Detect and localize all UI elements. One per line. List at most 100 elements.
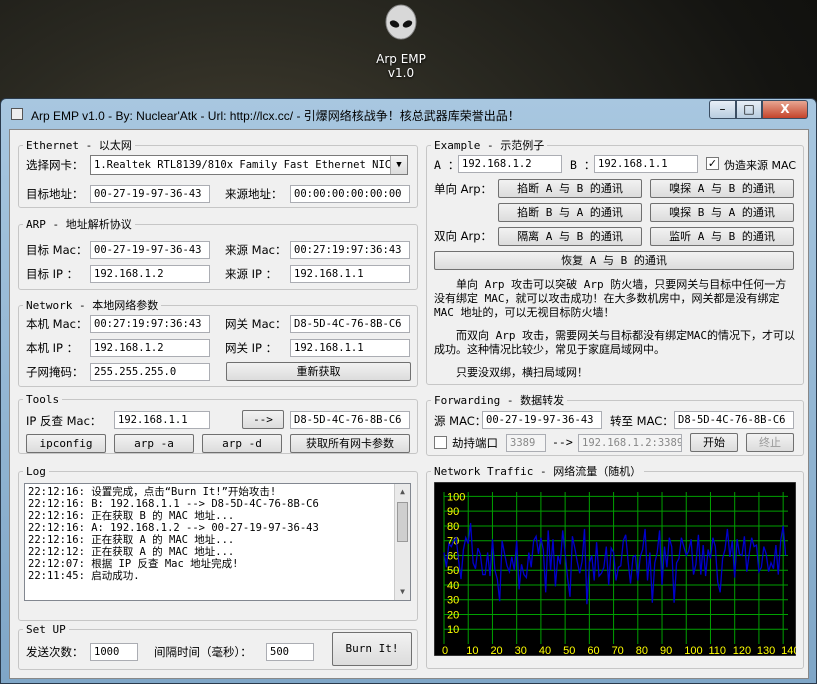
get-all-nic-button[interactable]: 获取所有网卡参数 (290, 434, 410, 453)
y-tick-label: 10 (447, 624, 459, 636)
description-paragraph: 只要没双绑，横扫局域网！ (456, 366, 588, 379)
stop-forward-button[interactable]: 终止 (746, 433, 794, 452)
x-tick-label: 100 (684, 645, 702, 656)
log-scrollbar[interactable]: ▲ ▼ (394, 484, 410, 600)
ipconfig-button[interactable]: ipconfig (26, 434, 106, 453)
y-tick-label: 90 (447, 506, 459, 518)
b-ip-field[interactable]: 192.168.1.1 (594, 155, 698, 173)
source-ip-field[interactable]: 192.168.1.1 (290, 265, 410, 283)
y-tick-label: 20 (447, 609, 459, 621)
nic-label: 选择网卡： (26, 158, 84, 172)
spoof-source-label: 伪造来源 MAC (724, 159, 796, 172)
target-addr-field[interactable]: 00-27-19-97-36-43 (90, 185, 210, 203)
monitor-button[interactable]: 监听 A 与 B 的通讯 (650, 227, 794, 246)
forwarding-legend: Forwarding - 数据转发 (434, 394, 565, 407)
x-tick-label: 30 (515, 645, 527, 656)
log-scrollbar-thumb[interactable] (397, 502, 408, 542)
window-title: Arp EMP v1.0 - By: Nuclear'Atk - Url: ht… (31, 109, 520, 123)
log-legend: Log (26, 465, 46, 478)
target-mac-label: 目标 Mac： (26, 243, 88, 257)
local-ip-field[interactable]: 192.168.1.2 (90, 339, 210, 357)
sniff-a-b-button[interactable]: 嗅探 A 与 B 的通讯 (650, 179, 794, 198)
local-ip-label: 本机 IP ： (26, 341, 79, 355)
x-tick-label: 20 (490, 645, 502, 656)
x-tick-label: 120 (733, 645, 751, 656)
maximize-button[interactable]: □ (736, 100, 762, 119)
tools-legend: Tools (26, 393, 60, 406)
log-line: 22:12:07: 根据 IP 反查 Mac 地址完成! (28, 558, 239, 570)
x-tick-label: 60 (587, 645, 599, 656)
one-way-label: 单向 Arp： (434, 182, 493, 196)
chevron-down-icon[interactable]: ▼ (390, 156, 407, 174)
refresh-network-button[interactable]: 重新获取 (226, 362, 411, 381)
source-mac-field[interactable]: 00:27:19:97:36:43 (290, 241, 410, 259)
desktop-icon-name: Arp EMP (376, 52, 426, 66)
nic-select[interactable]: 1.Realtek RTL8139/810x Family Fast Ether… (90, 155, 408, 175)
gateway-mac-field[interactable]: D8-5D-4C-76-8B-C6 (290, 315, 410, 333)
source-ip-label: 来源 IP ： (225, 267, 278, 281)
app-icon (11, 108, 23, 120)
log-textarea[interactable]: 22:12:16: 设置完成，点击“Burn It!”开始攻击! 22:12:1… (24, 483, 411, 601)
forward-arrow-label: --> (552, 435, 573, 449)
source-addr-label: 来源地址： (225, 187, 283, 201)
sniff-b-a-button[interactable]: 嗅探 B 与 A 的通讯 (650, 203, 794, 222)
close-button[interactable]: X (762, 100, 808, 119)
interval-field[interactable]: 500 (266, 643, 314, 661)
target-mac-field[interactable]: 00-27-19-97-36-43 (90, 241, 210, 259)
x-tick-label: 130 (757, 645, 775, 656)
hijack-port-checkbox[interactable] (434, 436, 447, 449)
x-tick-label: 140 (781, 645, 796, 656)
local-mac-label: 本机 Mac： (26, 317, 88, 331)
gateway-ip-field[interactable]: 192.168.1.1 (290, 339, 410, 357)
minimize-button[interactable]: – (709, 100, 736, 119)
hijack-port-label: 劫持端口 (452, 436, 498, 450)
reverse-lookup-button[interactable]: --> (242, 410, 284, 429)
target-addr-label: 目标地址： (26, 187, 84, 201)
gateway-mac-label: 网关 Mac： (225, 317, 287, 331)
example-description: 单向 Arp 攻击可以突破 Arp 防火墙，只要网关与目标中任何一方没有绑定 M… (434, 278, 796, 389)
y-tick-label: 30 (447, 595, 459, 607)
subnet-field[interactable]: 255.255.255.0 (90, 363, 210, 381)
window-client-area: Ethernet - 以太网 选择网卡： 1.Realtek RTL8139/8… (9, 129, 809, 679)
isolate-button[interactable]: 隔离 A 与 B 的通讯 (498, 227, 642, 246)
description-paragraph: 而双向 Arp 攻击，需要网关与目标都没有绑定MAC的情况下，才可以成功。这种情… (434, 329, 795, 356)
source-mac-fwd-field[interactable]: 00-27-19-97-36-43 (482, 411, 602, 429)
x-tick-label: 50 (563, 645, 575, 656)
cut-b-a-button[interactable]: 掐断 B 与 A 的通讯 (498, 203, 642, 222)
cut-a-b-button[interactable]: 掐断 A 与 B 的通讯 (498, 179, 642, 198)
reverse-ip-field[interactable]: 192.168.1.1 (114, 411, 210, 429)
a-ip-field[interactable]: 192.168.1.2 (458, 155, 562, 173)
example-legend: Example - 示范例子 (434, 139, 545, 152)
scroll-up-icon[interactable]: ▲ (395, 484, 410, 500)
log-line: 22:12:12: 正在获取 A 的 MAC 地址... (28, 546, 235, 558)
forward-dest-field[interactable]: 192.168.1.2:3389 (578, 434, 682, 452)
x-tick-label: 0 (442, 645, 448, 656)
spoof-source-checkbox[interactable]: ✓ (706, 157, 719, 170)
send-count-field[interactable]: 1000 (90, 643, 138, 661)
y-tick-label: 80 (447, 521, 459, 533)
y-tick-label: 50 (447, 565, 459, 577)
hijack-port-field[interactable]: 3389 (506, 434, 546, 452)
restore-button[interactable]: 恢复 A 与 B 的通讯 (434, 251, 794, 270)
send-count-label: 发送次数： (26, 645, 84, 659)
desktop-shortcut-arp-emp[interactable]: Arp EMP v1.0 (366, 2, 436, 90)
start-forward-button[interactable]: 开始 (690, 433, 738, 452)
network-legend: Network - 本地网络参数 (26, 299, 159, 312)
a-label: A ： (434, 158, 460, 172)
scroll-down-icon[interactable]: ▼ (395, 584, 410, 600)
x-tick-label: 10 (466, 645, 478, 656)
target-ip-field[interactable]: 192.168.1.2 (90, 265, 210, 283)
arp-a-button[interactable]: arp -a (114, 434, 194, 453)
target-ip-label: 目标 IP ： (26, 267, 79, 281)
reverse-result-field[interactable]: D8-5D-4C-76-8B-C6 (290, 411, 410, 429)
desktop-icon-version: v1.0 (387, 66, 415, 80)
local-mac-field[interactable]: 00:27:19:97:36:43 (90, 315, 210, 333)
title-bar[interactable]: Arp EMP v1.0 - By: Nuclear'Atk - Url: ht… (1, 99, 816, 129)
burn-it-button[interactable]: Burn It! (332, 632, 412, 666)
dest-mac-fwd-field[interactable]: D8-5D-4C-76-8B-C6 (674, 411, 794, 429)
source-addr-field[interactable]: 00:00:00:00:00:00 (290, 185, 410, 203)
two-way-label: 双向 Arp： (434, 229, 493, 243)
log-line: 22:12:16: 设置完成，点击“Burn It!”开始攻击! (28, 486, 277, 498)
reverse-lookup-label: IP 反查 Mac： (26, 414, 102, 428)
arp-d-button[interactable]: arp -d (202, 434, 282, 453)
